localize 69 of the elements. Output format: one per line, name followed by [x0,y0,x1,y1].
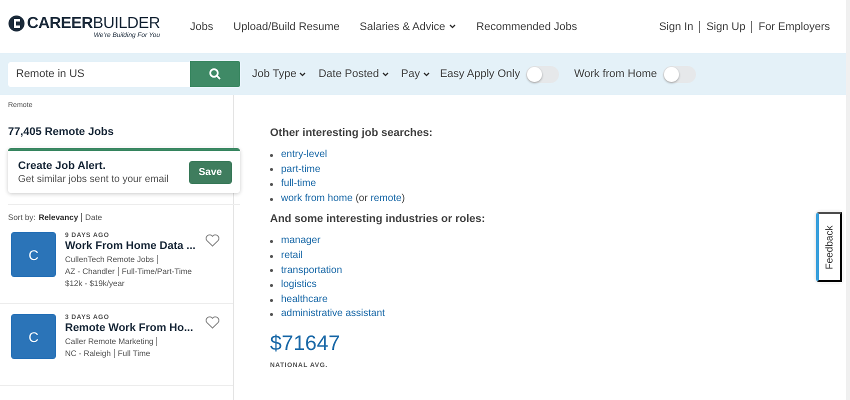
logo-wordmark[interactable]: CAREERBUILDER [27,14,160,32]
job-location: AZ - Chandler [65,267,115,276]
filter-dropdown[interactable]: Pay [401,68,430,80]
bullet-dot [270,298,273,302]
job-location: NC - Raleigh [65,349,111,358]
results-count: 77,405 Remote Jobs [8,126,115,138]
salary-amount: $71647 [270,332,342,356]
nav-link[interactable]: Jobs [190,20,214,32]
bullet-dot [270,168,273,172]
company-logo: C [11,314,56,359]
bullet-dot [270,254,273,258]
sort-label: Sort by: [8,213,36,222]
suggestion-link[interactable]: healthcare [281,292,328,308]
nav-link[interactable]: Recommended Jobs [476,20,578,32]
toggle-switch[interactable] [662,66,696,82]
chevron-icon [299,72,306,76]
bullet-dot [270,198,273,201]
nav-link[interactable]: Salaries & Advice [360,20,456,32]
job-type: Full Time [114,349,150,358]
suggestion-link[interactable]: transportation [281,264,342,278]
filter-dropdown[interactable]: Date Posted [318,68,389,80]
chevron-icon [382,72,389,76]
sort-option[interactable]: Relevancy [38,213,78,222]
bullet-dot [270,313,273,316]
feedback-tab[interactable]: Feedback [816,212,842,282]
bullet-dot [270,284,273,287]
suggestion-link[interactable]: remote [370,192,402,204]
suggestion-link[interactable]: manager [281,234,320,249]
suggestion-link[interactable]: part-time [281,162,320,178]
suggestion-link[interactable]: work from home [281,192,353,204]
chevron-icon [449,24,456,29]
search-button[interactable] [190,61,240,87]
sort-option[interactable]: Date [81,213,102,222]
heart-icon[interactable] [205,234,220,247]
section-heading: Other interesting job searches: [270,127,434,139]
job-title[interactable]: Work From Home Data ... [65,240,196,252]
toggle-label: Easy Apply Only [440,68,520,80]
account-link[interactable]: Sign In [653,20,700,32]
logo-icon [8,15,25,32]
bullet-dot [270,240,273,244]
job-type: Full-Time/Part-Time [118,267,192,276]
filter-dropdown[interactable]: Job Type [252,68,306,80]
search-suggestion: work from home (or remote) [281,192,405,206]
search-field[interactable]: Remote in US [8,62,190,86]
section-heading: And some interesting industries or roles: [270,213,486,226]
toggle-label: Work from Home [574,68,657,80]
job-salary: $12k - $19k/year [65,279,125,288]
save-button[interactable]: Save [188,161,232,184]
suggestion-link[interactable]: full-time [281,177,316,192]
search-icon [209,68,221,80]
heart-icon[interactable] [205,316,220,329]
company-name: CullenTech Remote Jobs [65,255,158,264]
company-name: Caller Remote Marketing [65,337,158,346]
suggestion-link[interactable]: logistics [281,278,317,293]
alert-title: Create Job Alert. [18,160,107,172]
alert-subtitle: Get similar jobs sent to your email [18,174,169,185]
account-link[interactable]: Sign Up [699,20,752,32]
company-logo: C [11,232,56,277]
nav-link[interactable]: Upload/Build Resume [233,20,340,32]
chevron-icon [422,72,430,76]
toggle-switch[interactable] [526,66,560,82]
job-title[interactable]: Remote Work From Ho... [65,322,194,334]
account-link[interactable]: For Employers [751,20,836,32]
bullet-dot [270,269,273,272]
suggestion-link[interactable]: administrative assistant [281,307,385,322]
bullet-dot [270,182,273,186]
suggestion-link[interactable]: entry-level [281,148,328,163]
bullet-dot [270,154,273,157]
suggestion-link[interactable]: retail [281,248,303,264]
